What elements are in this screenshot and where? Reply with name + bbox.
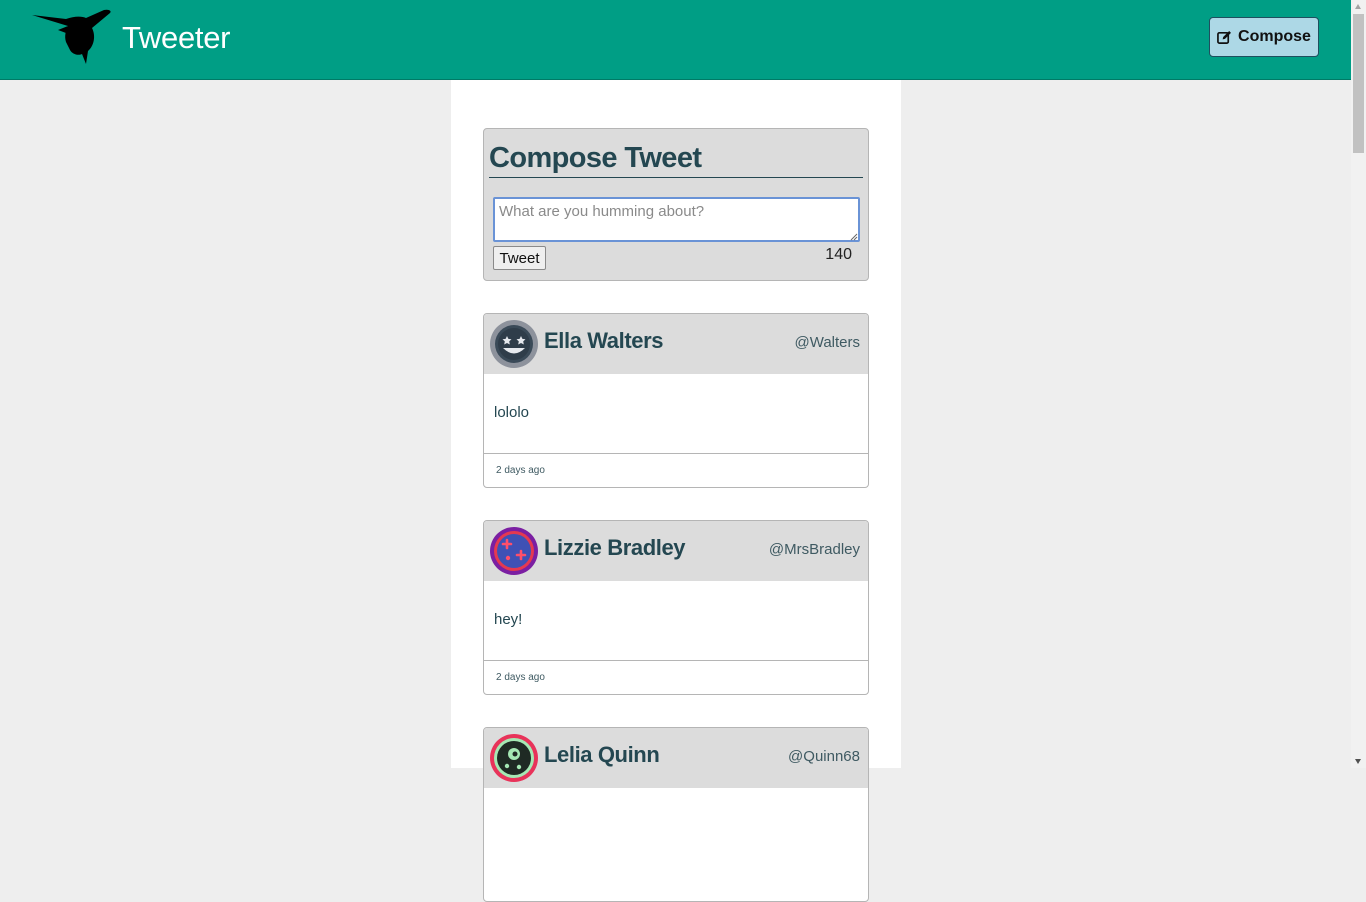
tweet-card: Ella Walters @Walters lololo 2 days ago — [483, 313, 869, 488]
scroll-up-arrow-icon[interactable] — [1355, 4, 1361, 9]
scroll-thumb[interactable] — [1353, 14, 1364, 153]
alien-face-icon — [490, 734, 538, 782]
tweet-timestamp: 2 days ago — [496, 672, 545, 683]
star-eyes-face-icon — [490, 320, 538, 368]
tweet-footer: 2 days ago — [484, 660, 868, 694]
tweet-submit-button[interactable]: Tweet — [493, 246, 546, 270]
compose-toggle-label: Compose — [1238, 28, 1311, 45]
tweet-timestamp: 2 days ago — [496, 465, 545, 476]
tweet-author-name: Lizzie Bradley — [544, 535, 686, 560]
compose-toggle-button[interactable]: Compose — [1209, 17, 1319, 57]
tweet-card: Lelia Quinn @Quinn68 — [483, 727, 869, 902]
main-column: Compose Tweet Tweet 140 Ella Walters @Wa… — [451, 80, 901, 902]
page-scrollbar[interactable] — [1351, 0, 1366, 768]
char-counter: 140 — [825, 246, 852, 263]
hummingbird-logo-icon — [32, 9, 111, 65]
tweet-footer: 2 days ago — [484, 453, 868, 487]
tweet-author-name: Ella Walters — [544, 328, 664, 353]
tweet-author-handle: @Walters — [794, 334, 860, 351]
tweet-header: Lelia Quinn @Quinn68 — [484, 728, 868, 788]
tweet-header: Ella Walters @Walters — [484, 314, 868, 374]
compose-tweet-panel: Compose Tweet Tweet 140 — [483, 128, 869, 281]
brand-name: Tweeter — [122, 20, 231, 55]
tweet-author-handle: @MrsBradley — [768, 541, 860, 558]
game-controller-face-icon — [490, 527, 538, 575]
top-nav-bar: Tweeter Compose — [0, 0, 1351, 80]
tweet-text-input[interactable] — [493, 197, 860, 242]
tweet-content: hey! — [494, 611, 523, 628]
tweet-author-name: Lelia Quinn — [544, 742, 660, 767]
compose-title: Compose Tweet — [489, 139, 863, 178]
tweet-author-handle: @Quinn68 — [788, 748, 860, 765]
tweet-card: Lizzie Bradley @MrsBradley hey! 2 days a… — [483, 520, 869, 695]
tweet-content: lololo — [494, 404, 530, 421]
tweet-header: Lizzie Bradley @MrsBradley — [484, 521, 868, 581]
edit-icon — [1217, 30, 1232, 44]
scroll-down-arrow-icon[interactable] — [1355, 759, 1361, 764]
